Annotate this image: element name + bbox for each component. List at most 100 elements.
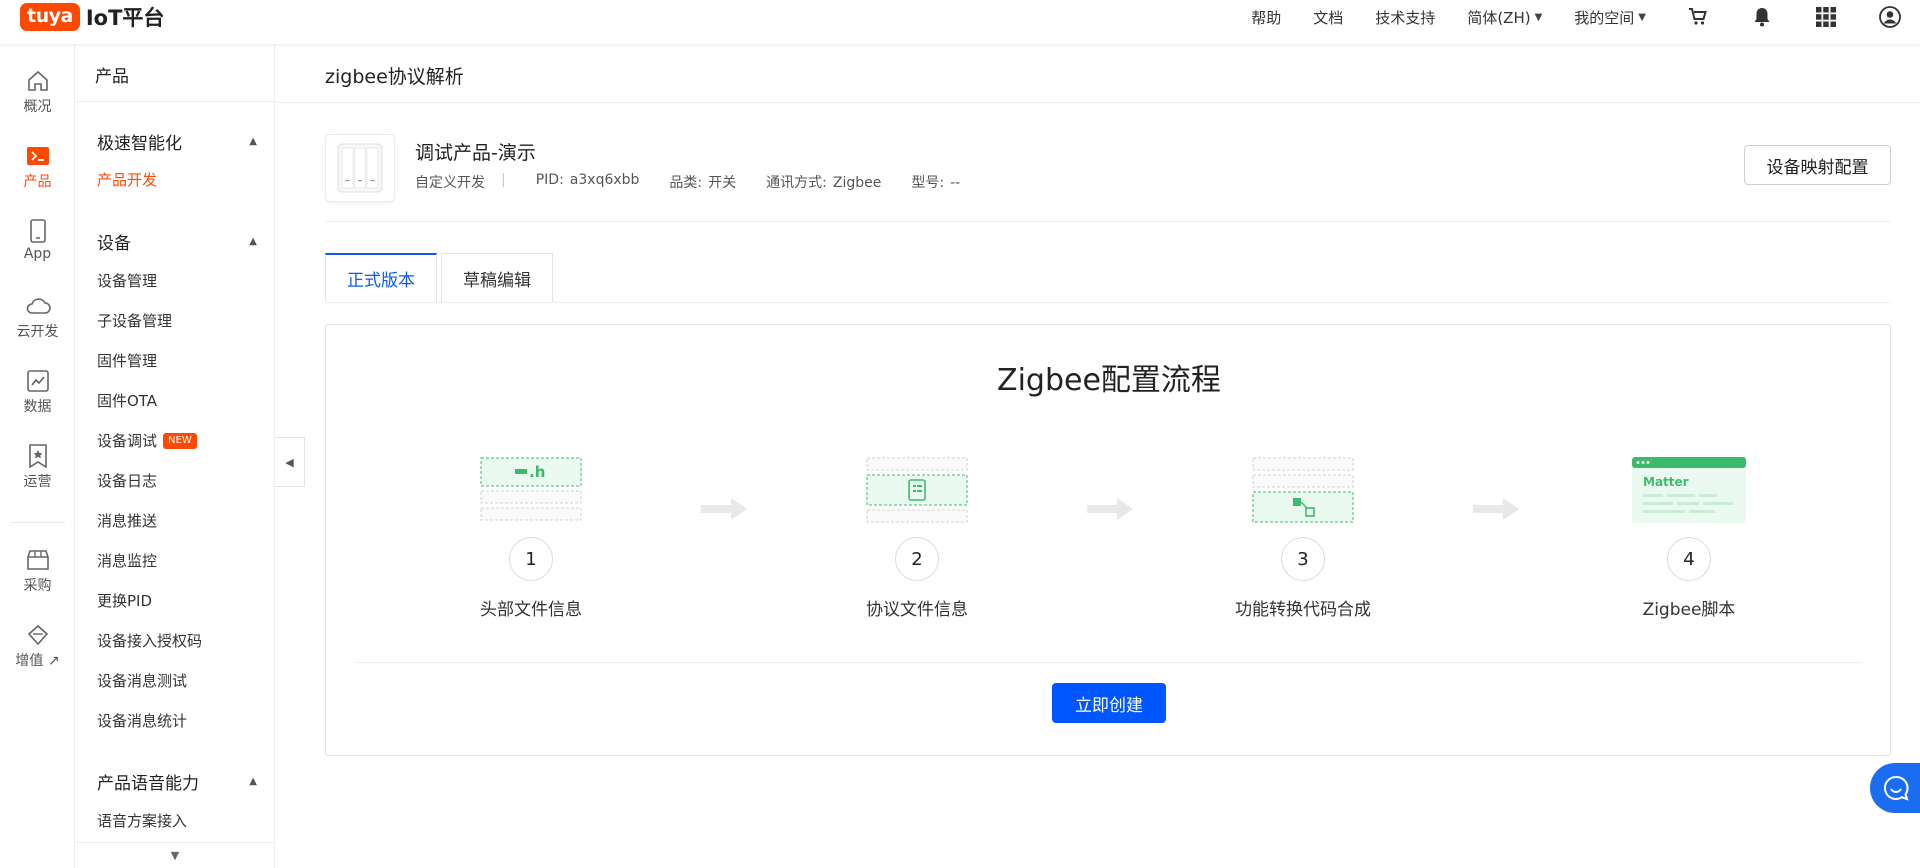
flow-title: Zigbee配置流程 (997, 363, 1221, 398)
logo[interactable]: tuya IoT平台 (20, 0, 164, 34)
step-label: 头部文件信息 (480, 600, 582, 620)
store-icon (25, 547, 51, 573)
rail-label: App (23, 246, 52, 262)
header-file-illustration: .h (471, 455, 591, 525)
step-number: 3 (1281, 537, 1325, 581)
rail-divider (10, 522, 65, 523)
collapse-sidebar-button[interactable]: ◀ (275, 437, 305, 487)
caret-up-icon: ▲ (249, 136, 257, 147)
menu-item-message-monitor[interactable]: 消息监控 (97, 550, 157, 571)
create-now-button[interactable]: 立即创建 (1052, 683, 1166, 723)
cart-icon[interactable] (1686, 5, 1710, 29)
user-avatar-icon[interactable] (1878, 5, 1902, 29)
menu-scroll-down[interactable]: ▼ (75, 842, 274, 868)
diamond-icon (25, 622, 51, 648)
tab-draft-edit[interactable]: 草稿编辑 (441, 253, 553, 302)
flow-arrow-icon (701, 498, 747, 520)
phone-icon (25, 218, 51, 244)
comm-field: 通讯方式: Zigbee (766, 172, 881, 192)
rail-label: 运营 (23, 474, 52, 490)
step-number: 1 (509, 537, 553, 581)
step-number: 2 (895, 537, 939, 581)
pid-field: PID: a3xq6xbb (536, 172, 640, 192)
space-select[interactable]: 我的空间 ▼ (1574, 7, 1646, 28)
docs-link[interactable]: 文档 (1313, 7, 1343, 28)
brand-product: IoT平台 (85, 6, 165, 30)
caret-down-icon: ▼ (1534, 11, 1543, 23)
meta-separator: | (501, 172, 506, 188)
caret-up-icon: ▲ (249, 236, 257, 247)
rail-label: 产品 (23, 174, 52, 190)
menu-item-voice-solution[interactable]: 语音方案接入 (97, 810, 187, 831)
rail-item-data[interactable]: 数据 (0, 368, 75, 432)
flow-divider (356, 662, 1862, 663)
menu-divider (75, 101, 274, 102)
config-flow-card: Zigbee配置流程 .h 1 头部文件信息 2 协议文件信息 3 功能转换代码… (325, 324, 1891, 756)
customer-service-button[interactable] (1870, 763, 1920, 813)
language-select[interactable]: 简体(ZH) ▼ (1467, 7, 1542, 28)
rail-item-app[interactable]: App (0, 218, 75, 282)
new-badge: NEW (163, 432, 197, 449)
menu-item-auth-code[interactable]: 设备接入授权码 (97, 630, 202, 651)
pid-label: PID: (535, 172, 564, 188)
step-label: 协议文件信息 (866, 600, 968, 620)
rail-item-value-added[interactable]: 增值 ↗ (0, 622, 75, 686)
menu-item-product-dev[interactable]: 产品开发 (97, 169, 157, 190)
menu-group-device[interactable]: 设备 ▲ (97, 229, 257, 254)
product-name: 调试产品-演示 (415, 142, 536, 164)
menu-item-message-push[interactable]: 消息推送 (97, 510, 157, 531)
flow-arrow-icon (1473, 498, 1519, 520)
step-number: 4 (1667, 537, 1711, 581)
menu-item-change-pid[interactable]: 更换PID (97, 590, 152, 611)
support-link[interactable]: 技术支持 (1375, 7, 1435, 28)
cloud-icon (25, 293, 51, 319)
dev-type: 自定义开发 (415, 175, 485, 191)
menu-group-label: 极速智能化 (97, 134, 182, 154)
rail-item-operation[interactable]: 运营 (0, 443, 75, 507)
help-link[interactable]: 帮助 (1251, 7, 1281, 28)
h-file-tag: .h (529, 463, 545, 481)
page-title: zigbee协议解析 (325, 66, 464, 88)
menu-item-device-mgmt[interactable]: 设备管理 (97, 270, 157, 291)
tab-official-version[interactable]: 正式版本 (325, 253, 437, 302)
menu-item-label: 设备调试 (97, 432, 158, 450)
pid-value: a3xq6xbb (569, 172, 640, 188)
menu-item-message-test[interactable]: 设备消息测试 (97, 670, 187, 691)
rail-item-cloud[interactable]: 云开发 (0, 293, 75, 357)
flow-step-code-synthesis: 3 功能转换代码合成 (1193, 455, 1413, 620)
caret-down-icon: ▼ (1638, 11, 1646, 23)
rail-item-purchase[interactable]: 采购 (0, 547, 75, 611)
menu-group-label: 产品语音能力 (97, 774, 199, 794)
menu-item-message-stats[interactable]: 设备消息统计 (97, 710, 187, 731)
menu-item-device-log[interactable]: 设备日志 (97, 470, 157, 491)
info-divider (325, 221, 1891, 222)
rail-label: 数据 (23, 399, 52, 415)
brand-badge: tuya (20, 3, 80, 31)
chart-icon (25, 368, 51, 394)
menu-group-voice[interactable]: 产品语音能力 ▲ (97, 769, 257, 794)
rail-item-overview[interactable]: 概况 (0, 68, 75, 132)
switch-device-icon (337, 143, 383, 193)
step-label: 功能转换代码合成 (1235, 600, 1371, 620)
flow-step-protocol-file: 2 协议文件信息 (807, 455, 1027, 620)
matter-tag: Matter (1643, 475, 1689, 489)
menu-group-quick-smart[interactable]: 极速智能化 ▲ (97, 129, 257, 154)
rail-label: 云开发 (16, 324, 59, 340)
apps-grid-icon[interactable] (1814, 5, 1838, 29)
menu-title: 产品 (95, 67, 129, 87)
menu-item-device-debug[interactable]: 设备调试 NEW (97, 430, 197, 451)
menu-item-subdevice-mgmt[interactable]: 子设备管理 (97, 310, 172, 331)
rail-item-product[interactable]: 产品 (0, 143, 75, 207)
rail-label: 增值 ↗ (15, 653, 60, 669)
category-label: 品类: (669, 175, 703, 191)
comm-value: Zigbee (832, 175, 882, 191)
menu-item-firmware-mgmt[interactable]: 固件管理 (97, 350, 157, 371)
device-mapping-config-button[interactable]: 设备映射配置 (1744, 145, 1891, 185)
primary-nav-rail: 概况 产品 App 云开发 数据 运营 采购 增值 ↗ (0, 44, 75, 868)
chat-bubble-icon (1884, 775, 1909, 801)
menu-item-firmware-ota[interactable]: 固件OTA (97, 390, 157, 411)
caret-up-icon: ▲ (249, 776, 257, 787)
bell-icon[interactable] (1750, 5, 1774, 29)
tabs-divider (325, 302, 1891, 303)
bookmark-star-icon (25, 443, 51, 469)
